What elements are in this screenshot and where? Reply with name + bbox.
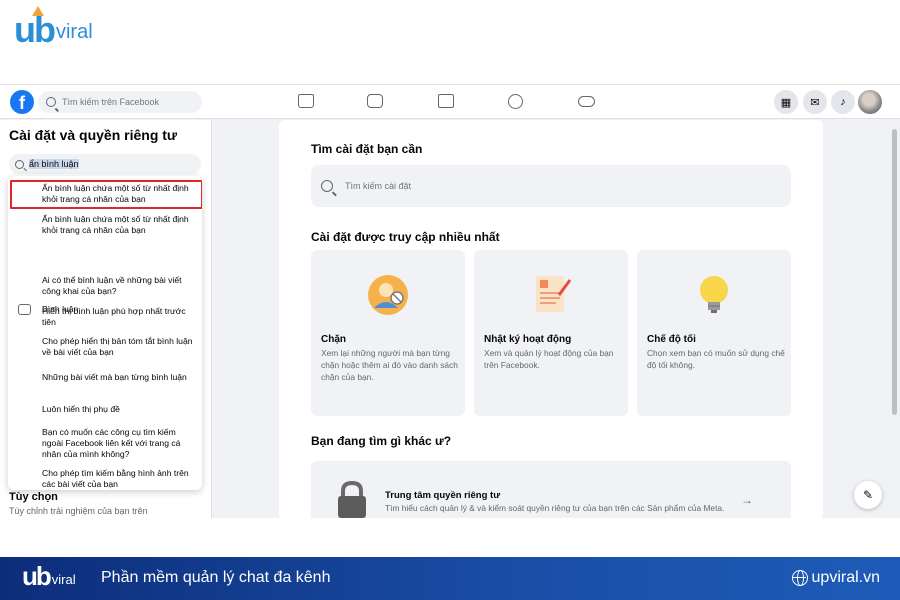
result-item-image-search[interactable]: Cho phép tìm kiếm bằng hình ảnh trên các… [42,468,198,490]
privacy-center-desc: Tìm hiểu cách quản lý & và kiểm soát quy… [385,503,725,513]
lock-icon [338,480,366,518]
avatar[interactable] [858,90,882,114]
arrow-right-icon: → [741,493,753,507]
settings-main-search-input[interactable] [345,181,765,191]
tile-dark-mode-desc: Chọn xem bạn có muốn sử dụng chế độ tối … [647,348,785,370]
footer-website-text[interactable]: upviral.vn [812,569,880,587]
preferences-subtitle: Tùy chỉnh trải nghiệm của bạn trên [9,506,148,516]
home-icon[interactable] [298,94,314,108]
footer-logo-main: ub [22,561,52,591]
messenger-icon[interactable]: ✉ [803,90,827,114]
result-item-hide-comments-1[interactable]: Ẩn bình luận chứa một số từ nhất định kh… [42,183,198,205]
other-heading: Bạn đang tìm gì khác ư? [311,434,452,448]
footer-logo: ub viral [22,563,76,589]
settings-main-card: Tìm cài đặt bạn cần Cài đặt được truy cậ… [279,120,823,518]
menu-grid-icon[interactable]: ▦ [774,90,798,114]
marketplace-icon[interactable] [438,94,454,108]
most-visited-heading: Cài đặt được truy cập nhiều nhất [311,230,500,244]
tile-activity-log-desc: Xem và quản lý hoạt động của bạn trên Fa… [484,348,614,370]
bell-icon[interactable]: ♪ [831,90,855,114]
privacy-center-card[interactable]: Trung tâm quyền riêng tư Tìm hiểu cách q… [311,461,791,518]
scrollbar-thumb[interactable] [892,129,897,415]
blocking-illustration-icon [368,275,408,315]
footer-website[interactable]: upviral.vn [791,569,880,587]
logo-suffix-text: viral [55,21,93,43]
result-item-who-can-comment[interactable]: Ai có thể bình luận về những bài viết cô… [42,275,198,297]
tile-activity-log[interactable]: Nhật ký hoạt động Xem và quản lý hoạt độ… [474,250,628,416]
tile-activity-log-title: Nhật ký hoạt động [484,334,572,345]
logo-main-text: ub [14,9,56,50]
gaming-icon[interactable] [578,96,595,107]
brand-header: ub viral [0,0,900,84]
tile-dark-mode-title: Chế độ tối [647,334,696,345]
facebook-search-box[interactable] [38,91,202,113]
search-icon [321,180,333,192]
result-item-commented-posts[interactable]: Những bài viết mà bạn từng bình luận [42,372,198,383]
settings-search-value[interactable]: ẩn bình luận [29,159,79,169]
facebook-logo-icon[interactable]: f [10,90,34,114]
compose-message-button[interactable]: ✎ [854,481,882,509]
tile-dark-mode[interactable]: Chế độ tối Chọn xem bạn có muốn sử dụng … [637,250,791,416]
preferences-title: Tùy chọn [9,491,58,503]
globe-icon [791,570,808,586]
search-icon [46,97,56,107]
brand-footer: ub viral Phần mềm quản lý chat đa kênh u… [0,557,900,600]
settings-sidebar: Cài đặt và quyền riêng tư ẩn bình luận Ẩ… [0,120,212,518]
result-item-most-relevant[interactable]: Hiển thị bình luận phù hợp nhất trước ti… [42,306,198,328]
find-settings-heading: Tìm cài đặt bạn cần [311,142,423,156]
facebook-search-input[interactable] [62,97,192,107]
result-item-captions[interactable]: Luôn hiển thị phụ đề [42,404,198,415]
comment-bubble-icon [18,304,31,315]
facebook-top-nav: f ▦ ✉ ♪ [0,85,900,119]
logo-arrow-icon [32,6,44,16]
result-item-search-engines[interactable]: Bạn có muốn các công cụ tìm kiếm ngoài F… [42,427,198,460]
settings-search-box[interactable]: ẩn bình luận [9,154,201,174]
facebook-window: f ▦ ✉ ♪ Cài đặt và quyền riêng tư ẩn bìn… [0,84,900,518]
settings-main-search[interactable] [311,165,791,207]
tile-blocking-title: Chặn [321,334,346,345]
privacy-center-title: Trung tâm quyền riêng tư [385,490,501,501]
footer-logo-suffix: viral [51,572,76,587]
screenshot-frame: ub viral f ▦ ✉ ♪ Cài đặt và quyền riêng … [0,0,900,600]
result-item-summary[interactable]: Cho phép hiển thị bản tóm tắt bình luận … [42,336,198,358]
search-icon [15,159,24,169]
upviral-logo: ub viral [14,6,93,50]
video-icon[interactable] [367,94,383,108]
result-item-hide-comments-2[interactable]: Ẩn bình luận chứa một số từ nhất định kh… [42,214,198,236]
groups-icon[interactable] [508,94,523,109]
tile-blocking-desc: Xem lại những người mà bạn từng chặn hoặ… [321,348,458,382]
lightbulb-illustration-icon [700,276,728,313]
search-results-dropdown: Ẩn bình luận chứa một số từ nhất định kh… [8,176,202,490]
activity-log-illustration-icon [536,276,572,312]
footer-tagline: Phần mềm quản lý chat đa kênh [101,569,331,586]
tile-blocking[interactable]: Chặn Xem lại những người mà bạn từng chặ… [311,250,465,416]
sidebar-title: Cài đặt và quyền riêng tư [9,127,178,143]
